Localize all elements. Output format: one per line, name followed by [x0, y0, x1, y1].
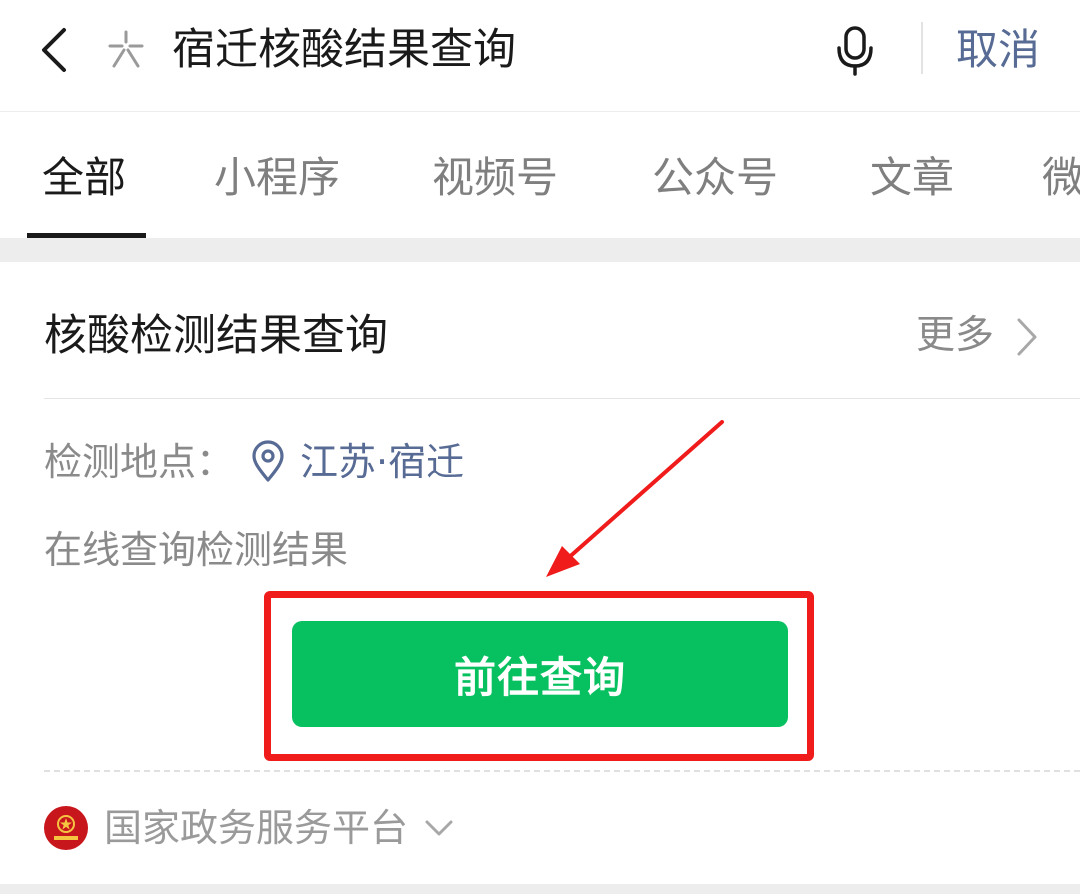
- location-label: 检测地点：: [44, 440, 235, 484]
- cancel-button[interactable]: 取消: [956, 18, 1040, 82]
- government-emblem-icon: [44, 806, 88, 850]
- more-link[interactable]: 更多: [916, 306, 994, 366]
- tab-articles[interactable]: 文章: [870, 148, 954, 208]
- card-title: 核酸检测结果查询: [44, 311, 388, 361]
- tab-all[interactable]: 全部: [42, 148, 126, 208]
- microphone-icon[interactable]: [830, 22, 880, 78]
- result-card: 核酸检测结果查询 更多 检测地点： 江苏·宿迁 在线查询检测结果 前往查询 国家…: [0, 262, 1080, 884]
- tab-mini-programs[interactable]: 小程序: [214, 148, 340, 208]
- tab-weixin[interactable]: 微: [1042, 148, 1080, 208]
- tab-channels[interactable]: 视频号: [432, 148, 558, 208]
- section-gap: [0, 884, 1080, 894]
- chevron-right-icon[interactable]: [1014, 316, 1040, 358]
- search-sparkle-icon: [108, 30, 144, 68]
- tab-official-accounts[interactable]: 公众号: [652, 148, 778, 208]
- annotation-highlight-box: [264, 591, 814, 761]
- chevron-down-icon[interactable]: [424, 818, 454, 838]
- source-name[interactable]: 国家政务服务平台: [104, 798, 408, 858]
- section-gap: [0, 238, 1080, 262]
- location-pin-icon: [252, 440, 284, 482]
- divider: [921, 22, 923, 74]
- card-description: 在线查询检测结果: [44, 528, 349, 572]
- search-bar: 宿迁核酸结果查询 取消: [0, 0, 1080, 112]
- result-tabs: 全部 小程序 视频号 公众号 文章 微: [0, 112, 1080, 238]
- divider: [44, 398, 1080, 399]
- back-arrow-icon[interactable]: [30, 22, 80, 78]
- dashed-divider: [44, 770, 1080, 772]
- location-value[interactable]: 江苏·宿迁: [300, 432, 464, 492]
- search-input[interactable]: 宿迁核酸结果查询: [172, 18, 516, 82]
